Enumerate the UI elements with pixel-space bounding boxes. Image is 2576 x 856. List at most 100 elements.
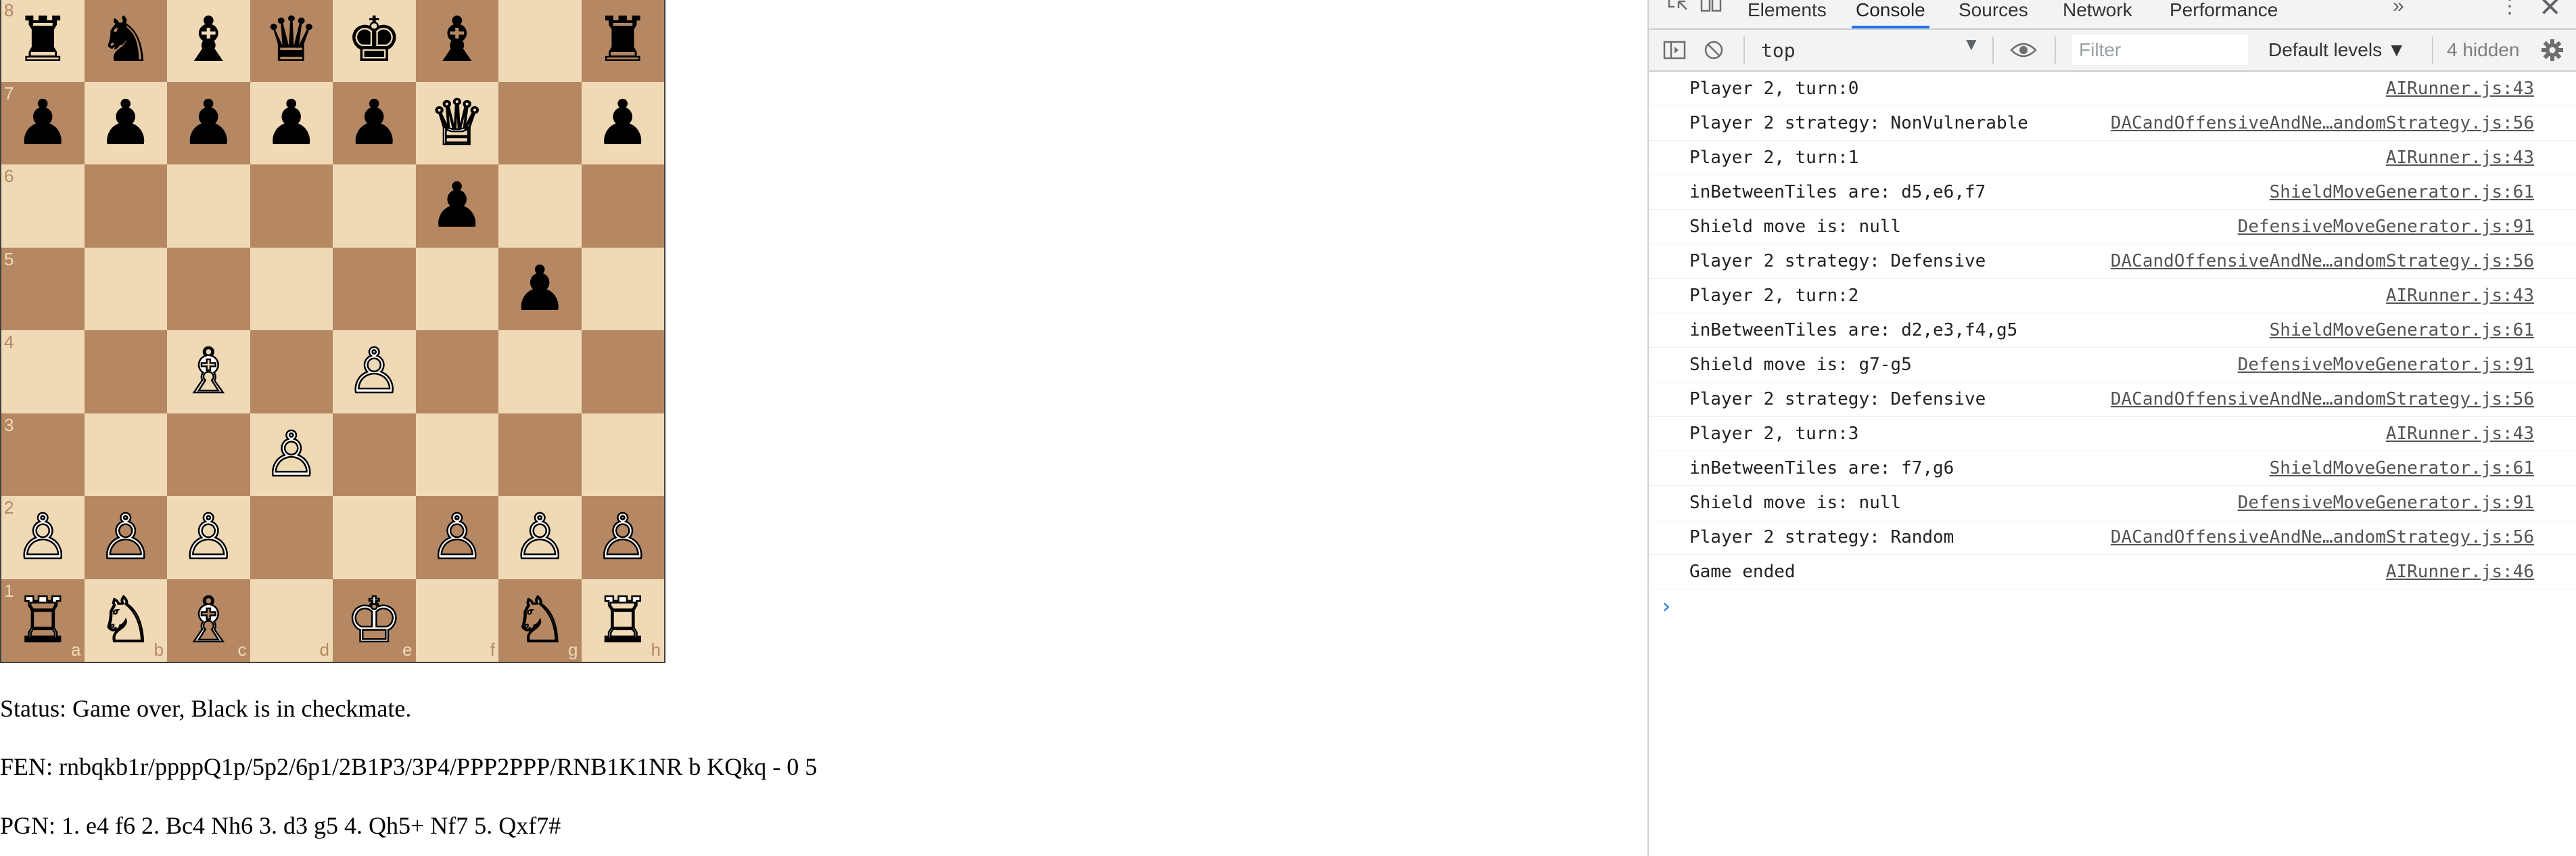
black-piece[interactable]: ♟ (582, 82, 665, 165)
console-source-link[interactable]: DefensiveMoveGenerator.js:91 (2238, 348, 2534, 382)
white-piece[interactable]: ♙ (85, 496, 168, 579)
filter-input[interactable] (2072, 35, 2248, 65)
console-source-link[interactable]: DACandOffensiveAndNe…andomStrategy.js:56 (2111, 106, 2534, 140)
square-e5[interactable] (333, 247, 416, 330)
white-piece[interactable]: ♖ (582, 579, 665, 662)
clear-console-icon[interactable] (1700, 37, 1727, 64)
square-d6[interactable] (250, 164, 333, 248)
square-d1[interactable]: d (250, 579, 333, 662)
black-piece[interactable]: ♟ (167, 82, 250, 165)
square-a1[interactable]: 1 a ♖ (1, 579, 85, 662)
square-a3[interactable]: 3 (1, 413, 85, 496)
square-g5[interactable]: ♟ (498, 247, 582, 331)
console-source-link[interactable]: AIRunner.js:43 (2386, 141, 2534, 175)
black-piece[interactable]: ♟ (498, 248, 582, 331)
square-d2[interactable] (250, 496, 333, 579)
square-c8[interactable]: ♝ (167, 0, 250, 82)
tab-sources[interactable]: Sources (1959, 0, 2028, 28)
more-tabs-icon[interactable]: » (2393, 0, 2404, 18)
square-a4[interactable]: 4 (1, 330, 85, 413)
black-piece[interactable]: ♝ (167, 0, 250, 82)
square-f4[interactable] (415, 330, 498, 413)
square-b7[interactable]: ♟ (84, 81, 168, 165)
square-h7[interactable]: ♟ (581, 81, 665, 165)
square-a7[interactable]: 7 ♟ (1, 81, 85, 165)
square-g1[interactable]: g ♘ (498, 579, 582, 662)
console-source-link[interactable]: ShieldMoveGenerator.js:61 (2270, 313, 2534, 347)
square-f8[interactable]: ♝ (415, 0, 499, 82)
square-h2[interactable]: ♙ (581, 496, 665, 579)
white-piece[interactable]: ♙ (1, 496, 85, 579)
chess-board[interactable]: 8 ♜ ♞ ♝ ♛ ♚ ♝ ♜ 7 ♟ ♟ ♟ ♟ ♟ ♕ ♟ 6 ♟ 5 ♟ 4 ♗ ♙ 3 ♙ 2 ♙ ♙ ♙ ♙ ♙ ♙ 1 a ♖ b ♘ c ♗ d… (0, 0, 665, 663)
black-piece[interactable]: ♝ (416, 0, 499, 82)
square-h4[interactable] (581, 330, 664, 413)
square-b1[interactable]: b ♘ (84, 579, 168, 662)
square-e2[interactable] (333, 496, 416, 579)
square-f1[interactable]: f (415, 579, 498, 662)
square-c7[interactable]: ♟ (167, 81, 250, 165)
device-toolbar-icon[interactable] (1697, 0, 1725, 12)
square-h8[interactable]: ♜ (581, 0, 664, 82)
tab-performance[interactable]: Performance (2170, 0, 2278, 28)
square-f5[interactable] (415, 247, 498, 330)
black-piece[interactable]: ♟ (85, 82, 168, 165)
square-c2[interactable]: ♙ (167, 496, 250, 579)
square-e4[interactable]: ♙ (333, 330, 416, 413)
square-c5[interactable] (167, 247, 250, 330)
square-f6[interactable]: ♟ (415, 164, 499, 248)
square-f7[interactable]: ♕ (415, 81, 499, 165)
white-piece[interactable]: ♕ (416, 82, 499, 165)
square-b5[interactable] (84, 247, 167, 330)
square-a5[interactable]: 5 (1, 247, 85, 330)
square-c1[interactable]: c ♗ (167, 579, 250, 662)
console-source-link[interactable]: AIRunner.js:43 (2386, 279, 2534, 313)
black-piece[interactable]: ♛ (250, 0, 333, 82)
square-d3[interactable]: ♙ (250, 413, 333, 497)
console-source-link[interactable]: DefensiveMoveGenerator.js:91 (2238, 486, 2534, 520)
square-b6[interactable] (84, 164, 167, 248)
white-piece[interactable]: ♙ (582, 496, 665, 579)
console-source-link[interactable]: ShieldMoveGenerator.js:61 (2270, 451, 2534, 485)
square-e1[interactable]: e ♔ (333, 579, 416, 662)
eye-icon[interactable] (2009, 37, 2038, 64)
black-piece[interactable]: ♚ (333, 0, 416, 82)
console-source-link[interactable]: DACandOffensiveAndNe…andomStrategy.js:56 (2111, 520, 2534, 554)
square-a6[interactable]: 6 (1, 164, 85, 248)
black-piece[interactable]: ♟ (1, 82, 85, 165)
gear-icon[interactable] (2539, 38, 2566, 62)
log-levels-dropdown[interactable]: Default levels ▼ (2268, 35, 2406, 65)
square-b2[interactable]: ♙ (84, 496, 168, 579)
square-e7[interactable]: ♟ (333, 81, 416, 165)
square-d8[interactable]: ♛ (250, 0, 333, 82)
square-h5[interactable] (581, 247, 664, 330)
white-piece[interactable]: ♙ (416, 496, 499, 579)
square-g2[interactable]: ♙ (498, 496, 582, 579)
chevron-down-icon[interactable]: ▼ (1963, 34, 1980, 55)
black-piece[interactable]: ♟ (333, 82, 416, 165)
square-h6[interactable] (581, 164, 664, 248)
square-g3[interactable] (498, 413, 582, 496)
white-piece[interactable]: ♘ (85, 579, 168, 662)
tab-network[interactable]: Network (2063, 0, 2132, 28)
console-source-link[interactable]: DefensiveMoveGenerator.js:91 (2238, 210, 2534, 244)
square-g6[interactable] (498, 164, 582, 248)
inspect-element-icon[interactable] (1665, 0, 1692, 12)
square-c3[interactable] (167, 413, 250, 496)
white-piece[interactable]: ♗ (167, 579, 250, 662)
square-d7[interactable]: ♟ (250, 81, 333, 164)
white-piece[interactable]: ♙ (333, 330, 416, 413)
black-piece[interactable]: ♟ (416, 164, 499, 248)
close-devtools-icon[interactable]: ✕ (2539, 0, 2562, 23)
square-g4[interactable] (498, 330, 582, 413)
white-piece[interactable]: ♙ (250, 413, 333, 497)
console-source-link[interactable]: AIRunner.js:46 (2386, 555, 2534, 589)
white-piece[interactable]: ♔ (333, 579, 416, 662)
square-h1[interactable]: h ♖ (581, 579, 665, 662)
white-piece[interactable]: ♖ (1, 579, 85, 662)
black-piece[interactable]: ♞ (85, 0, 168, 82)
context-selector[interactable]: top (1761, 35, 1977, 65)
square-c4[interactable]: ♗ (167, 330, 250, 413)
square-e6[interactable] (333, 164, 416, 248)
white-piece[interactable]: ♙ (498, 496, 582, 579)
console-source-link[interactable]: DACandOffensiveAndNe…andomStrategy.js:56 (2111, 382, 2534, 416)
